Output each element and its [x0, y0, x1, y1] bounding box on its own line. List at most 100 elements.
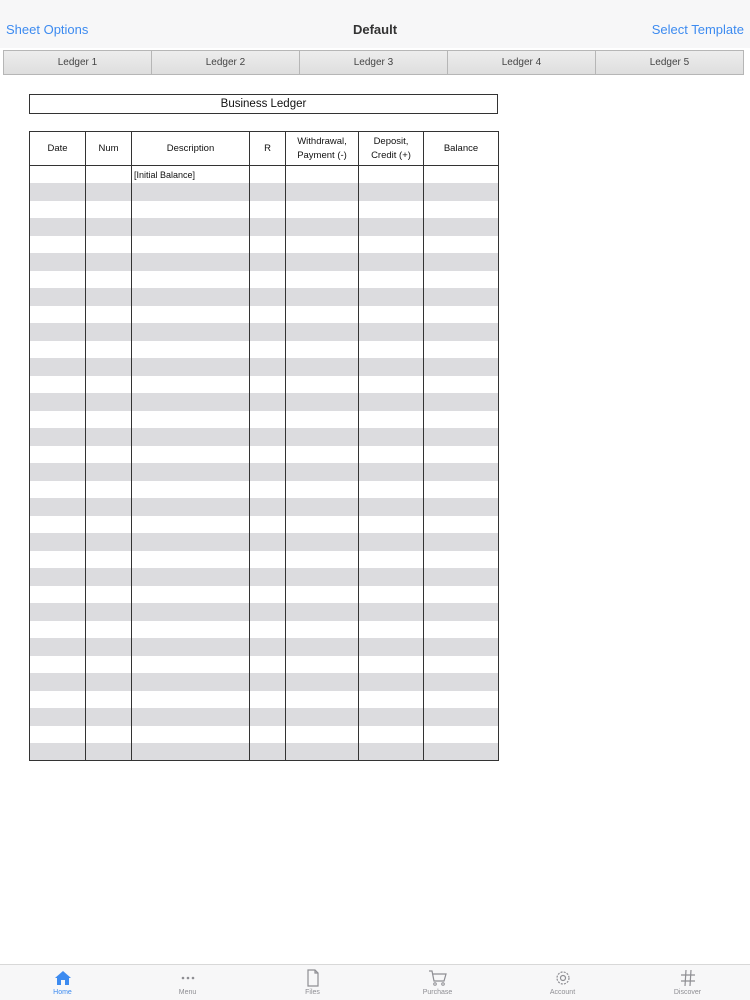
table-cell[interactable] — [423, 585, 499, 603]
table-cell[interactable] — [131, 480, 250, 498]
table-cell[interactable] — [131, 620, 250, 638]
table-cell[interactable] — [131, 305, 250, 323]
table-cell[interactable] — [423, 340, 499, 358]
table-cell[interactable] — [358, 708, 424, 726]
table-cell[interactable] — [285, 288, 359, 306]
table-cell[interactable] — [285, 253, 359, 271]
table-cell[interactable] — [423, 218, 499, 236]
table-cell[interactable] — [85, 445, 132, 463]
table-cell[interactable] — [285, 340, 359, 358]
table-cell[interactable] — [249, 743, 286, 761]
table-cell[interactable] — [29, 358, 86, 376]
table-cell[interactable] — [249, 463, 286, 481]
table-cell[interactable] — [249, 218, 286, 236]
table-cell[interactable] — [423, 533, 499, 551]
table-cell[interactable] — [29, 393, 86, 411]
table-cell[interactable] — [285, 725, 359, 743]
tab-ledger-4[interactable]: Ledger 4 — [448, 51, 596, 74]
table-cell[interactable] — [423, 638, 499, 656]
table-cell[interactable] — [358, 463, 424, 481]
table-cell[interactable] — [29, 655, 86, 673]
table-cell[interactable] — [85, 515, 132, 533]
table-cell[interactable] — [358, 445, 424, 463]
table-cell[interactable] — [131, 253, 250, 271]
table-cell[interactable] — [358, 585, 424, 603]
table-cell[interactable] — [285, 235, 359, 253]
table-cell[interactable] — [85, 358, 132, 376]
table-cell[interactable] — [131, 270, 250, 288]
table-cell[interactable] — [131, 375, 250, 393]
table-cell[interactable] — [85, 235, 132, 253]
table-cell[interactable] — [29, 445, 86, 463]
table-cell[interactable] — [249, 375, 286, 393]
table-cell[interactable] — [29, 410, 86, 428]
table-cell[interactable] — [131, 690, 250, 708]
table-cell[interactable] — [423, 550, 499, 568]
table-cell[interactable] — [285, 375, 359, 393]
table-cell[interactable] — [131, 428, 250, 446]
table-cell[interactable] — [85, 743, 132, 761]
table-cell[interactable] — [285, 568, 359, 586]
table-cell[interactable] — [358, 393, 424, 411]
table-cell[interactable] — [85, 620, 132, 638]
table-cell[interactable] — [29, 533, 86, 551]
table-cell[interactable] — [131, 445, 250, 463]
table-cell[interactable] — [423, 725, 499, 743]
table-cell[interactable] — [85, 603, 132, 621]
table-cell[interactable] — [85, 585, 132, 603]
table-cell[interactable] — [423, 323, 499, 341]
table-cell[interactable] — [285, 428, 359, 446]
tab-ledger-1[interactable]: Ledger 1 — [4, 51, 152, 74]
table-cell[interactable] — [423, 743, 499, 761]
table-cell[interactable] — [131, 235, 250, 253]
table-cell[interactable] — [131, 725, 250, 743]
table-cell[interactable] — [249, 288, 286, 306]
tab-files[interactable]: Files — [250, 965, 375, 1000]
table-cell[interactable] — [249, 515, 286, 533]
table-cell[interactable] — [249, 305, 286, 323]
table-cell[interactable] — [85, 708, 132, 726]
table-cell[interactable] — [358, 725, 424, 743]
table-cell[interactable] — [85, 690, 132, 708]
table-cell[interactable] — [285, 393, 359, 411]
table-cell[interactable] — [423, 393, 499, 411]
table-cell[interactable] — [249, 673, 286, 691]
table-cell[interactable] — [249, 410, 286, 428]
tab-ledger-3[interactable]: Ledger 3 — [300, 51, 448, 74]
table-cell[interactable] — [285, 673, 359, 691]
table-cell[interactable] — [29, 200, 86, 218]
table-cell[interactable] — [423, 183, 499, 201]
table-cell[interactable] — [85, 340, 132, 358]
table-cell[interactable] — [358, 200, 424, 218]
table-cell[interactable] — [358, 323, 424, 341]
table-cell[interactable] — [249, 200, 286, 218]
table-cell[interactable] — [85, 410, 132, 428]
table-cell[interactable] — [285, 743, 359, 761]
table-cell[interactable] — [85, 498, 132, 516]
table-cell[interactable] — [249, 165, 286, 183]
table-cell[interactable] — [423, 200, 499, 218]
table-cell[interactable] — [29, 603, 86, 621]
table-cell[interactable] — [29, 323, 86, 341]
table-cell[interactable] — [85, 568, 132, 586]
table-cell[interactable] — [29, 305, 86, 323]
table-cell[interactable] — [85, 288, 132, 306]
table-cell[interactable] — [285, 655, 359, 673]
table-cell[interactable] — [358, 340, 424, 358]
table-cell[interactable] — [285, 463, 359, 481]
table-cell[interactable] — [285, 480, 359, 498]
table-cell[interactable] — [249, 603, 286, 621]
table-cell[interactable] — [249, 253, 286, 271]
table-cell[interactable] — [285, 603, 359, 621]
table-cell[interactable] — [285, 585, 359, 603]
table-cell[interactable] — [285, 550, 359, 568]
table-cell[interactable] — [285, 165, 359, 183]
table-cell[interactable] — [358, 480, 424, 498]
table-cell[interactable] — [423, 235, 499, 253]
table-cell[interactable] — [423, 708, 499, 726]
table-cell[interactable] — [285, 498, 359, 516]
table-cell[interactable] — [423, 515, 499, 533]
table-cell[interactable] — [85, 375, 132, 393]
table-cell[interactable] — [358, 690, 424, 708]
table-cell[interactable] — [131, 498, 250, 516]
